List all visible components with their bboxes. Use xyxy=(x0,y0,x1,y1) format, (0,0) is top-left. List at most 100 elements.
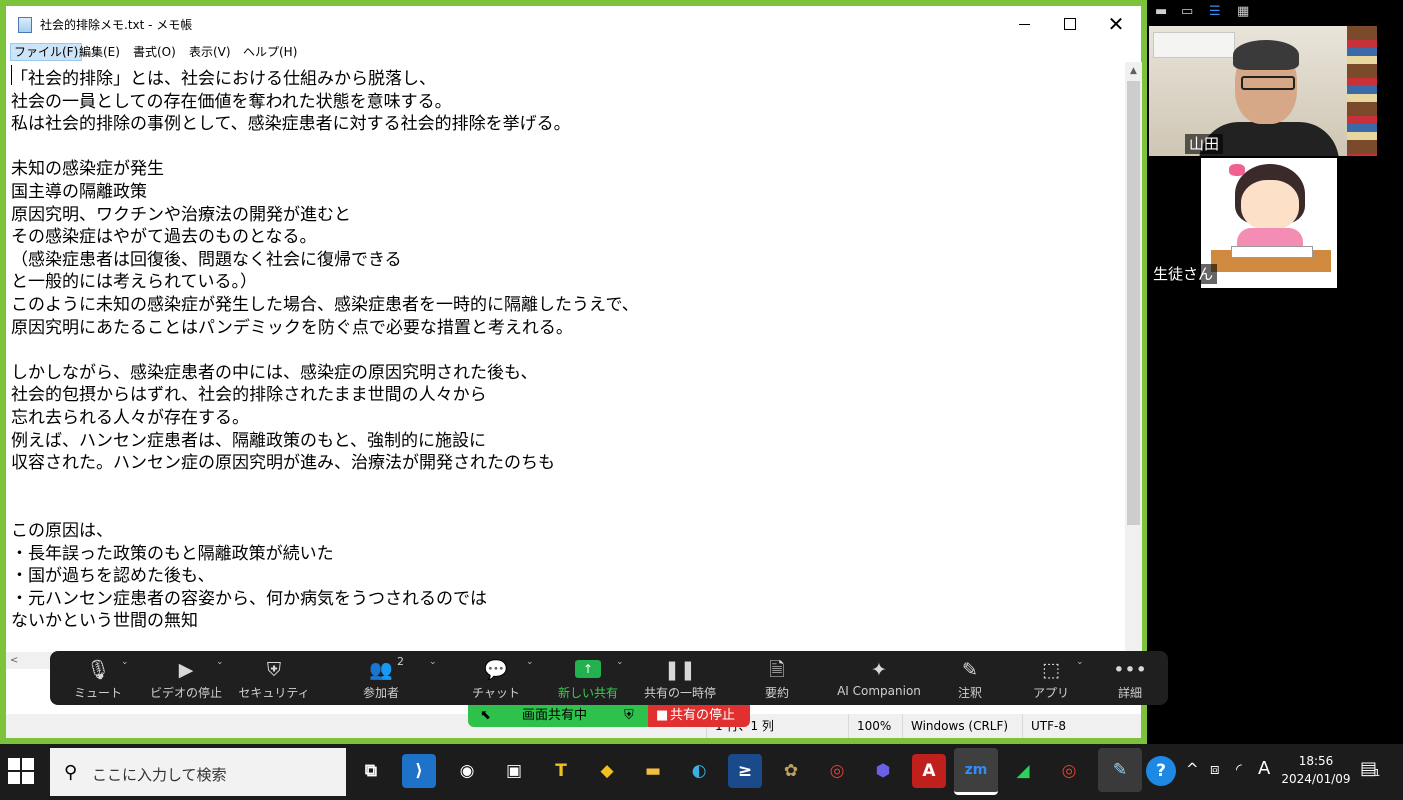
menu-help[interactable]: ヘルプ(H) xyxy=(240,44,300,60)
host-name-tag: 山田 xyxy=(1185,134,1224,154)
acrobat-icon[interactable]: A xyxy=(912,754,946,788)
text-line: 社会的包摂からはずれ、社会的排除されたまま世間の人々から xyxy=(11,385,487,406)
notepad-taskbar-icon[interactable]: ✎ xyxy=(1098,748,1142,792)
chat-button[interactable]: 💬 チャット xyxy=(464,651,528,705)
app-hexagon-icon[interactable]: ⬢ xyxy=(866,754,900,788)
ime-indicator[interactable]: A xyxy=(1258,758,1270,779)
text-line: 「社会的排除」とは、社会における仕組みから脱落し、 xyxy=(11,69,436,89)
student-name-tag: 生徒さん xyxy=(1149,264,1218,284)
microsoft-store-icon[interactable]: ▣ xyxy=(497,754,531,788)
video-tile-host[interactable]: 山田 xyxy=(1149,26,1377,156)
apps-options-chevron-icon[interactable]: ⌄ xyxy=(1076,657,1084,667)
vertical-scroll-thumb[interactable] xyxy=(1127,81,1140,525)
menu-format[interactable]: 書式(O) xyxy=(130,44,179,60)
gallery-view-icon[interactable]: ▦ xyxy=(1237,4,1249,19)
sharing-label: 画面共有中 xyxy=(522,708,588,723)
title-bar[interactable]: 社会的排除メモ.txt - メモ帳 ✕ xyxy=(6,6,1141,42)
participants-options-chevron-icon[interactable]: ⌄ xyxy=(429,657,437,667)
android-studio-icon[interactable]: ◢ xyxy=(1006,754,1040,788)
taskbar-clock[interactable]: 18:56 2024/01/09 xyxy=(1276,752,1356,788)
zoom-app-icon[interactable]: zm xyxy=(954,748,998,795)
text-editor[interactable]: 「社会的排除」とは、社会における仕組みから脱落し、 社会の一員としての存在価値を奪… xyxy=(6,62,1125,652)
mute-button[interactable]: 🎙 ミュート xyxy=(68,651,128,705)
text-line: （感染症患者は回復後、問題なく社会に復帰できる xyxy=(11,249,402,270)
maximize-icon xyxy=(1064,18,1076,30)
ai-companion-button[interactable]: ✦ AI Companion xyxy=(834,651,924,705)
menu-edit[interactable]: 編集(E) xyxy=(76,44,123,60)
hide-video-icon[interactable]: ▭ xyxy=(1181,4,1193,19)
zoom-meeting-toolbar: 🎙 ミュート ⌄ ▶ ビデオの停止 ⌄ ⛨ セキュリティ 👥 参加者 2 ⌄ 💬… xyxy=(50,651,1168,705)
summary-button[interactable]: 🗎 要約 xyxy=(750,651,804,705)
student-avatar xyxy=(1201,158,1337,288)
github-desktop-icon[interactable]: ◉ xyxy=(450,754,484,788)
air-conditioner xyxy=(1153,32,1235,58)
taskbar-search-box[interactable]: ⚲ ここに入力して検索 xyxy=(50,748,346,796)
speaker-view-icon[interactable]: ☰ xyxy=(1209,4,1221,19)
menu-view[interactable]: 表示(V) xyxy=(186,44,234,60)
windows-taskbar: ⚲ ここに入力して検索 ⧉ ⟩ ◉ ▣ T ◆ ▬ ◐ ≥ ✿ ◎ ⬢ A zm… xyxy=(0,744,1403,800)
apps-button[interactable]: ⬚ アプリ xyxy=(1026,651,1076,705)
sharing-shield-icon: ⛨ xyxy=(624,708,634,723)
tray-overflow-chevron-icon[interactable]: ^ xyxy=(1186,760,1199,778)
stop-share-button[interactable]: ■ 共有の停止 xyxy=(648,705,750,727)
maximize-button[interactable] xyxy=(1047,6,1093,42)
text-line: 国主導の隔離政策 xyxy=(11,182,147,202)
text-line: 社会の一員としての存在価値を奪われた状態を意味する。 xyxy=(11,91,452,112)
text-line: ・元ハンセン症患者の容姿から、何か病気をうつされるのでは xyxy=(11,588,487,609)
close-button[interactable]: ✕ xyxy=(1093,6,1139,42)
help-icon[interactable]: ? xyxy=(1146,756,1176,786)
shield-icon: ⛨ xyxy=(266,659,282,681)
annotate-button[interactable]: ✎ 注釈 xyxy=(946,651,994,705)
window-title: 社会的排除メモ.txt - メモ帳 xyxy=(40,18,193,32)
pencil-icon: ✎ xyxy=(962,659,978,681)
typing-app-icon[interactable]: T xyxy=(544,754,578,788)
text-line: 私は社会的排除の事例として、感染症患者に対する社会的排除を挙げる。 xyxy=(11,114,571,135)
video-options-chevron-icon[interactable]: ⌄ xyxy=(216,657,224,667)
task-view-icon[interactable]: ⧉ xyxy=(354,754,388,788)
rubber-duck-icon[interactable]: ◆ xyxy=(590,754,624,788)
chrome-profile-icon[interactable]: ◎ xyxy=(1052,754,1086,788)
edge-browser-icon[interactable]: ◐ xyxy=(682,754,716,788)
device-icon[interactable]: ⧈ xyxy=(1210,760,1220,778)
scroll-left-arrow-icon[interactable]: < xyxy=(10,652,18,669)
text-line: 原因究明、ワクチンや治療法の開発が進むと xyxy=(11,204,351,225)
video-tile-student[interactable]: 生徒さん xyxy=(1149,158,1379,288)
notification-count-badge: 1 xyxy=(1374,768,1381,779)
new-share-button[interactable]: ↑ 新しい共有 xyxy=(552,651,624,705)
more-button[interactable]: ••• 詳細 xyxy=(1108,651,1152,705)
menu-file[interactable]: ファイル(F) xyxy=(10,43,83,61)
minimize-video-icon[interactable]: ▬ xyxy=(1155,4,1167,19)
stop-video-button[interactable]: ▶ ビデオの停止 xyxy=(146,651,226,705)
mute-options-chevron-icon[interactable]: ⌄ xyxy=(121,657,129,667)
chat-bubble-icon: 💬 xyxy=(484,659,508,681)
sharing-status[interactable]: ⬉ 画面共有中 ⛨ xyxy=(468,705,648,727)
search-placeholder: ここに入力して検索 xyxy=(92,766,227,784)
stop-share-label: 共有の停止 xyxy=(670,708,736,723)
text-line: この原因は、 xyxy=(11,521,113,541)
text-line: このように未知の感染症が発生した場合、感染症患者を一時的に隔離したうえで、 xyxy=(11,295,639,315)
minimize-button[interactable] xyxy=(1001,6,1047,42)
powershell-icon[interactable]: ≥ xyxy=(728,754,762,788)
host-hair xyxy=(1233,40,1299,70)
chat-options-chevron-icon[interactable]: ⌄ xyxy=(526,657,534,667)
share-arrow-icon: ↑ xyxy=(575,660,601,678)
scroll-up-arrow-icon[interactable]: ▲ xyxy=(1125,62,1142,79)
participants-count-badge: 2 xyxy=(397,655,404,668)
security-button[interactable]: ⛨ セキュリティ xyxy=(238,651,310,705)
vertical-scrollbar[interactable]: ▲ xyxy=(1125,62,1142,652)
chrome-icon[interactable]: ◎ xyxy=(820,754,854,788)
text-line: 忘れ去られる人々が存在する。 xyxy=(11,408,249,428)
sharing-indicator: ⬉ 画面共有中 ⛨ ■ 共有の停止 xyxy=(468,705,750,727)
paint-icon[interactable]: ✿ xyxy=(774,754,808,788)
share-options-chevron-icon[interactable]: ⌄ xyxy=(616,657,624,667)
bookshelf xyxy=(1347,26,1377,156)
text-line: 収容された。ハンセン症の原因究明が進み、治療法が開発されたのちも xyxy=(11,453,555,474)
stop-square-icon: ■ xyxy=(656,708,669,723)
screen-share-border: 社会的排除メモ.txt - メモ帳 ✕ ファイル(F) 編集(E) 書式(O) … xyxy=(0,0,1147,744)
pause-share-button[interactable]: ❚❚ 共有の一時停 xyxy=(638,651,722,705)
vscode-icon[interactable]: ⟩ xyxy=(402,754,436,788)
file-explorer-icon[interactable]: ▬ xyxy=(636,754,670,788)
wifi-icon[interactable]: ◜ xyxy=(1236,760,1242,778)
windows-logo-icon-part xyxy=(8,772,20,784)
start-button[interactable] xyxy=(8,758,36,786)
